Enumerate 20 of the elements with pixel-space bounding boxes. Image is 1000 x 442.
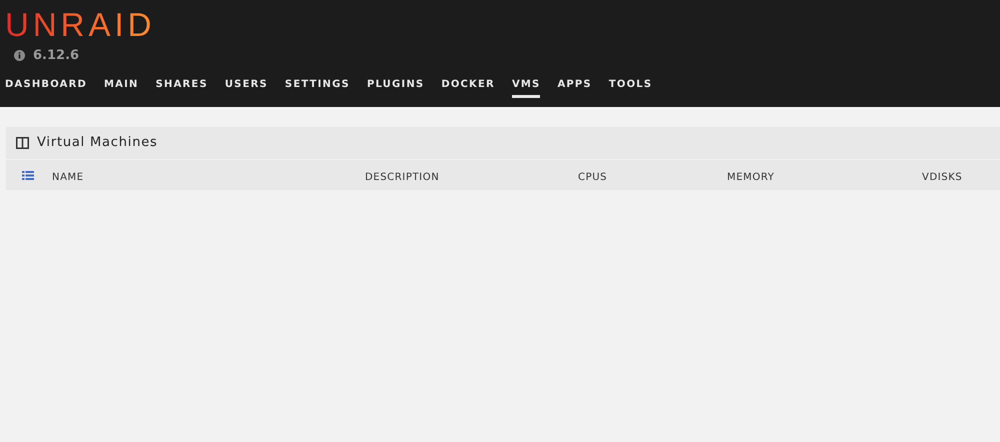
column-header: DESCRIPTION — [365, 172, 440, 183]
nav-tab[interactable]: MAIN — [104, 76, 139, 98]
nav-tab[interactable]: DASHBOARD — [5, 76, 88, 98]
nav-tab[interactable]: VMS — [512, 76, 540, 98]
nav-tab[interactable]: PLUGINS — [366, 76, 424, 98]
list-icon[interactable] — [22, 170, 34, 180]
nav-tab[interactable]: APPS — [557, 76, 592, 98]
column-header: VDISKS — [922, 172, 962, 183]
column-header: MEMORY — [727, 172, 774, 183]
column-header: NAME — [52, 172, 84, 183]
nav-tab[interactable]: TOOLS — [608, 76, 652, 98]
nav-tab[interactable]: SHARES — [156, 76, 208, 98]
columns-icon — [16, 137, 29, 149]
nav-tab[interactable]: DOCKER — [441, 76, 495, 98]
nav-tab[interactable]: SETTINGS — [284, 76, 350, 98]
version-text: 6.12.6 — [33, 47, 80, 65]
column-header: CPUS — [578, 172, 608, 183]
panel-title: Virtual Machines — [37, 134, 158, 152]
nav-tab[interactable]: USERS — [224, 76, 268, 98]
info-icon[interactable] — [14, 50, 25, 62]
